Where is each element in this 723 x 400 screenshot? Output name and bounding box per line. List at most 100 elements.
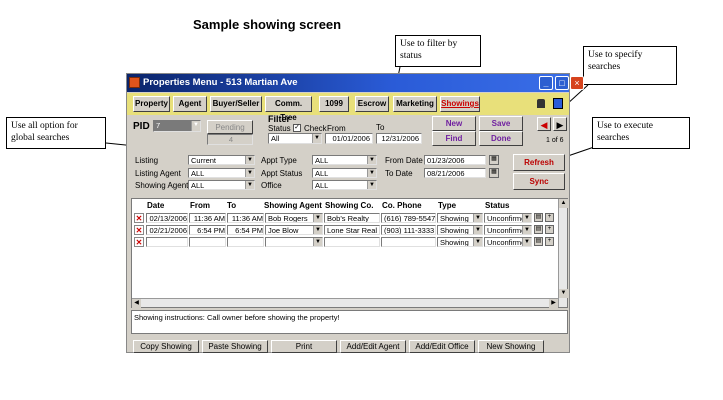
- window-icon[interactable]: [553, 98, 563, 109]
- scroll-up-icon[interactable]: ▲: [559, 199, 568, 208]
- pid-select[interactable]: 7 ▼: [153, 120, 201, 132]
- add-edit-office-button[interactable]: Add/Edit Office: [409, 340, 475, 353]
- row-agent[interactable]: ▼: [265, 237, 323, 247]
- callout-filter-status: Use to filter by status: [395, 35, 481, 67]
- row-from[interactable]: [189, 237, 226, 247]
- row-company[interactable]: Lone Star Real Est: [324, 225, 380, 235]
- delete-row-icon[interactable]: ✕: [134, 237, 144, 247]
- row-status[interactable]: Unconfirmed ▼: [484, 225, 532, 235]
- detail-icon[interactable]: ▤: [534, 237, 543, 246]
- tab-marketing[interactable]: Marketing: [393, 96, 437, 112]
- row-to[interactable]: 6:54 PM: [227, 225, 264, 235]
- add-icon[interactable]: +: [545, 225, 554, 234]
- row-date[interactable]: [146, 237, 188, 247]
- listing-select[interactable]: Current ▼: [188, 155, 255, 165]
- row-agent[interactable]: Bob Rogers ▼: [265, 213, 323, 223]
- row-status[interactable]: Unconfirmed ▼: [484, 213, 532, 223]
- grid-horizontal-scrollbar[interactable]: ◀ ▶: [132, 298, 558, 308]
- row-type-value: Showing: [440, 226, 469, 235]
- office-select[interactable]: ALL ▼: [312, 180, 377, 190]
- from-date-input[interactable]: 01/23/2006: [424, 155, 486, 165]
- row-from[interactable]: 6:54 PM: [189, 225, 226, 235]
- filter-from-input[interactable]: 01/01/2006: [325, 133, 373, 144]
- filter-check-checkbox[interactable]: ✓: [293, 124, 301, 132]
- appt-status-select[interactable]: ALL ▼: [312, 168, 377, 178]
- scroll-down-icon[interactable]: ▼: [559, 289, 568, 298]
- prev-record-icon[interactable]: ◀: [537, 117, 551, 131]
- row-date[interactable]: 02/21/2006: [146, 225, 188, 235]
- showing-agent-label: Showing Agent: [135, 181, 189, 190]
- row-phone[interactable]: [381, 237, 436, 247]
- row-company[interactable]: [324, 237, 380, 247]
- chevron-down-icon: ▼: [473, 226, 482, 234]
- properties-window: Properties Menu - 513 Martian Ave _ □ × …: [126, 73, 584, 353]
- window-title: Properties Menu - 513 Martian Ave: [143, 77, 298, 88]
- next-record-icon[interactable]: ▶: [553, 117, 567, 131]
- row-type[interactable]: Showing ▼: [437, 237, 483, 247]
- add-icon[interactable]: +: [545, 237, 554, 246]
- calendar-icon[interactable]: ▦: [489, 168, 499, 178]
- tab-escrow[interactable]: Escrow: [355, 96, 389, 112]
- tab-agent[interactable]: Agent: [173, 96, 207, 112]
- chevron-down-icon: ▼: [313, 238, 322, 246]
- row-phone[interactable]: (903) 111-3333: [381, 225, 436, 235]
- tab-comm-tree[interactable]: Comm. Tree: [265, 96, 312, 122]
- row-company[interactable]: Bob's Realty: [324, 213, 380, 223]
- print-button[interactable]: Print: [271, 340, 337, 353]
- maximize-button[interactable]: □: [555, 76, 569, 90]
- delete-row-icon[interactable]: ✕: [134, 225, 144, 235]
- row-phone[interactable]: (616) 789-5547: [381, 213, 436, 223]
- add-edit-agent-button[interactable]: Add/Edit Agent: [340, 340, 406, 353]
- chevron-down-icon: ▼: [191, 121, 200, 131]
- scroll-left-icon[interactable]: ◀: [132, 299, 141, 308]
- detail-icon[interactable]: ▤: [534, 213, 543, 222]
- row-date[interactable]: 02/13/2006: [146, 213, 188, 223]
- tab-property[interactable]: Property: [133, 96, 170, 112]
- minimize-button[interactable]: _: [539, 76, 553, 90]
- pid-value: 7: [156, 121, 161, 130]
- row-to[interactable]: 11:36 AM: [227, 213, 264, 223]
- appt-type-select[interactable]: ALL ▼: [312, 155, 377, 165]
- done-button[interactable]: Done: [479, 131, 523, 146]
- showing-agent-select[interactable]: ALL ▼: [188, 180, 255, 190]
- scroll-right-icon[interactable]: ▶: [549, 299, 558, 308]
- paste-showing-button[interactable]: Paste Showing: [202, 340, 268, 353]
- row-to[interactable]: [227, 237, 264, 247]
- row-from[interactable]: 11:36 AM: [189, 213, 226, 223]
- save-button[interactable]: Save: [479, 116, 523, 131]
- row-status[interactable]: Unconfirmed ▼: [484, 237, 532, 247]
- listing-agent-select[interactable]: ALL ▼: [188, 168, 255, 178]
- chevron-down-icon: ▼: [312, 134, 321, 143]
- row-type[interactable]: Showing ▼: [437, 225, 483, 235]
- refresh-button[interactable]: Refresh: [513, 154, 565, 171]
- tab-showings[interactable]: Showings: [440, 96, 480, 112]
- chevron-down-icon: ▼: [245, 169, 254, 177]
- to-date-label: To Date: [385, 169, 413, 178]
- lock-icon[interactable]: [537, 99, 545, 108]
- new-button[interactable]: New: [432, 116, 476, 131]
- filter-status-select[interactable]: All ▼: [268, 133, 322, 144]
- chevron-down-icon: ▼: [245, 156, 254, 164]
- tab-buyer-seller[interactable]: Buyer/Seller: [210, 96, 262, 112]
- callout-execute-searches: Use to execute searches: [592, 117, 690, 149]
- new-showing-button[interactable]: New Showing: [478, 340, 544, 353]
- showing-instructions[interactable]: Showing instructions: Call owner before …: [131, 310, 568, 334]
- pending-button[interactable]: Pending: [207, 120, 253, 134]
- row-agent-value: Bob Rogers: [268, 214, 308, 223]
- copy-showing-button[interactable]: Copy Showing: [133, 340, 199, 353]
- find-button[interactable]: Find: [432, 131, 476, 146]
- grid-vertical-scrollbar[interactable]: ▲ ▼: [558, 199, 568, 307]
- close-button[interactable]: ×: [570, 76, 584, 90]
- row-agent[interactable]: Joe Blow ▼: [265, 225, 323, 235]
- add-icon[interactable]: +: [545, 213, 554, 222]
- filter-to-input[interactable]: 12/31/2006: [376, 133, 422, 144]
- delete-row-icon[interactable]: ✕: [134, 213, 144, 223]
- row-type[interactable]: Showing ▼: [437, 213, 483, 223]
- sync-button[interactable]: Sync: [513, 173, 565, 190]
- calendar-icon[interactable]: ▦: [489, 155, 499, 165]
- detail-icon[interactable]: ▤: [534, 225, 543, 234]
- to-date-input[interactable]: 08/21/2006: [424, 168, 486, 178]
- appt-type-label: Appt Type: [261, 156, 297, 165]
- record-count: 1 of 6: [546, 137, 564, 144]
- tab-1099[interactable]: 1099: [319, 96, 349, 112]
